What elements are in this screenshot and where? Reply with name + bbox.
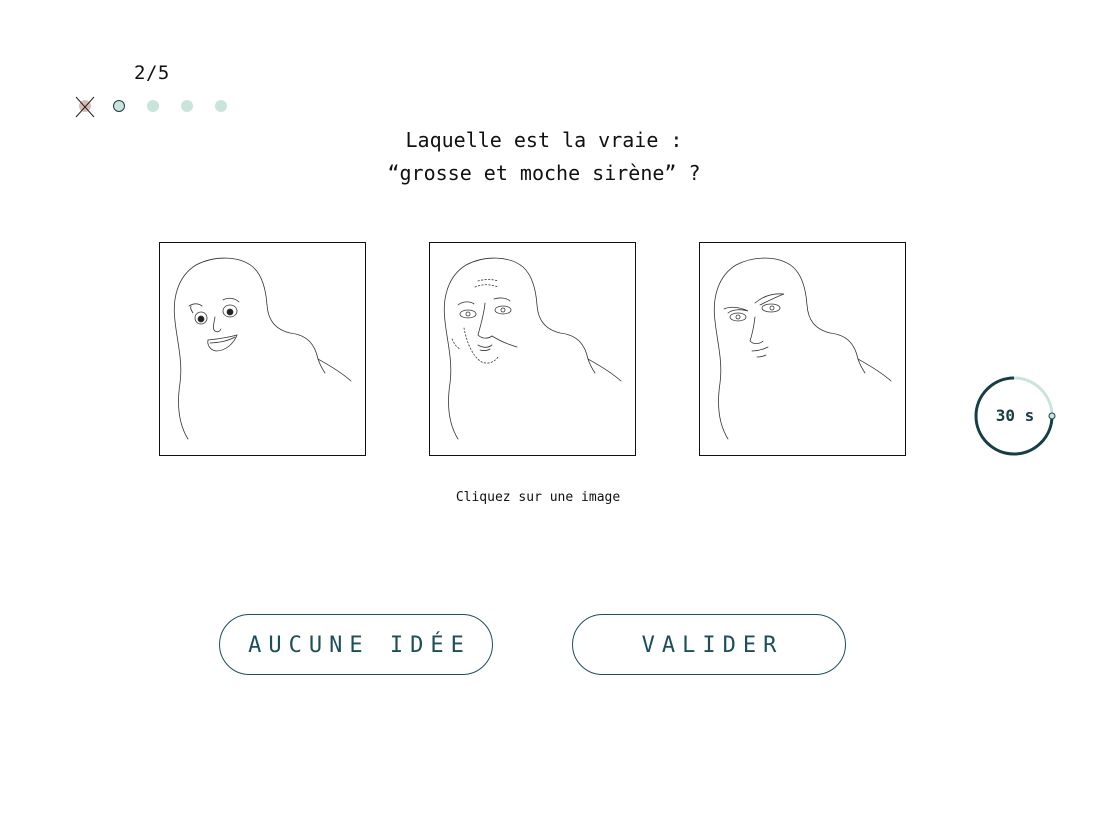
skeptical-face-drawing-icon bbox=[713, 257, 892, 440]
progress-counter: 2/5 bbox=[134, 62, 170, 84]
progress-dot-5 bbox=[215, 100, 227, 112]
progress-dot-1 bbox=[79, 100, 91, 112]
validate-button[interactable]: VALIDER bbox=[572, 614, 846, 675]
image-choice-1[interactable] bbox=[159, 242, 366, 456]
timer-label: 30 s bbox=[995, 406, 1035, 425]
progress-dot-4 bbox=[181, 100, 193, 112]
cartoon-face-drawing-icon bbox=[173, 257, 352, 440]
instruction-text: Cliquez sur une image bbox=[455, 490, 621, 505]
image-choice-2[interactable] bbox=[429, 242, 636, 456]
progress-dot-3 bbox=[147, 100, 159, 112]
old-man-face-drawing-icon bbox=[443, 257, 622, 440]
question-line-1: Laquelle est la vraie : bbox=[405, 128, 683, 152]
no-idea-button[interactable]: AUCUNE IDÉE bbox=[219, 614, 493, 675]
progress-dots bbox=[75, 96, 245, 118]
question-text: Laquelle est la vraie : “grosse et moche… bbox=[300, 124, 788, 190]
progress-dot-2 bbox=[113, 100, 125, 112]
countdown-timer: 30 s bbox=[974, 376, 1056, 458]
image-choice-3[interactable] bbox=[699, 242, 906, 456]
question-line-2: “grosse et moche sirène” ? bbox=[387, 161, 701, 185]
